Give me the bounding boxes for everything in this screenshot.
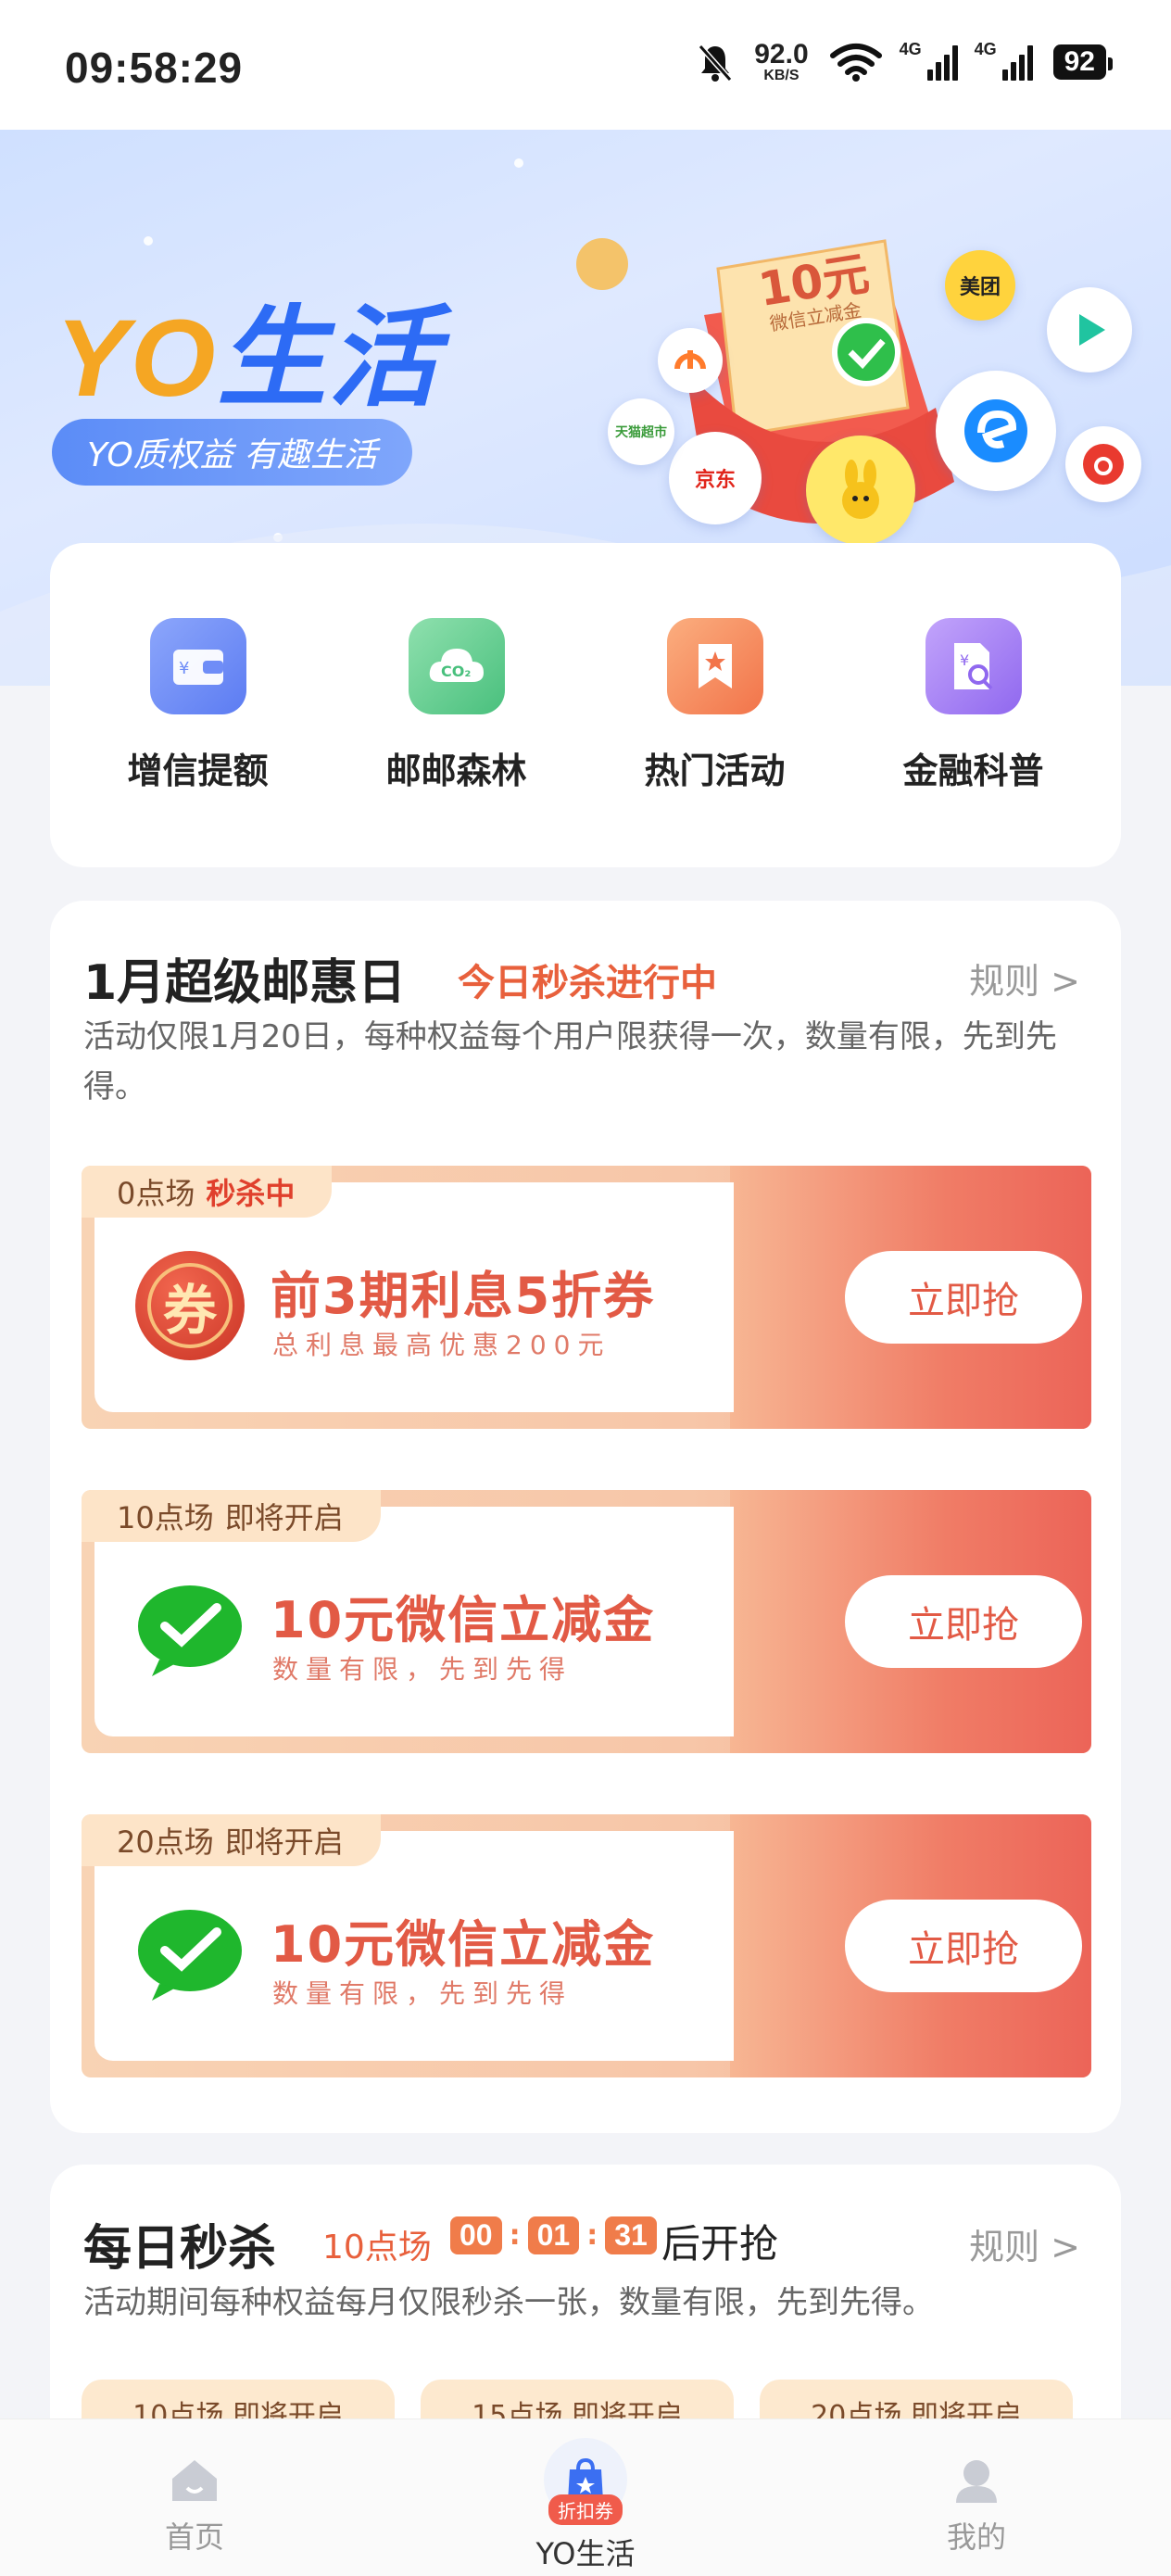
status-icons: 92.0 KB/S 4G 4G 92 — [697, 39, 1114, 83]
grab-button[interactable]: 立即抢 — [845, 1575, 1082, 1668]
mute-bell-icon — [698, 44, 733, 82]
discount-badge: 折扣券 — [548, 2494, 623, 2525]
svg-text:CO₂: CO₂ — [441, 663, 471, 680]
wallet-icon: ¥ — [149, 617, 246, 714]
deal-card: 0点场 秒杀中 券 前3期利息5折券 总利息最高优惠200元 立即抢 — [82, 1166, 1091, 1429]
eleme-bubble — [936, 371, 1056, 491]
rabbit-bubble — [806, 436, 915, 545]
deal-note: 数量有限，先到先得 — [272, 1978, 573, 2009]
daily-flash-session: 10点场 — [322, 2229, 432, 2267]
home-icon — [172, 2460, 217, 2501]
banner-title: YO生活 — [56, 297, 440, 420]
bookmark-star-icon — [666, 617, 763, 714]
countdown-timer: 00: 01: 31 — [450, 2216, 657, 2254]
deal-name: 10元微信立减金 — [271, 1915, 656, 1974]
daily-flash-desc: 活动期间每种权益每月仅限秒杀一张，数量有限，先到先得。 — [83, 2284, 934, 2321]
deal-session-tab: 20点场 即将开启 — [82, 1814, 381, 1866]
nav-home[interactable]: 首页 — [102, 2419, 287, 2576]
signal-2-icon: 4G — [975, 40, 1033, 81]
quick-entry-credit-boost[interactable]: ¥ 增信提额 — [82, 617, 314, 793]
super-day-tag: 今日秒杀进行中 — [458, 962, 717, 1004]
jd-bubble: 京东 — [669, 432, 762, 524]
grab-button[interactable]: 立即抢 — [845, 1900, 1082, 1992]
deal-session-tab: 0点场 秒杀中 — [82, 1166, 333, 1218]
wifi-icon — [829, 44, 882, 82]
grab-button[interactable]: 立即抢 — [845, 1251, 1082, 1344]
svg-text:¥: ¥ — [960, 651, 969, 669]
video-play-bubble — [1047, 287, 1132, 373]
deal-card: 10点场 即将开启 10元微信立减金 数量有限，先到先得 立即抢 — [82, 1490, 1091, 1753]
deal-card: 20点场 即将开启 10元微信立减金 数量有限，先到先得 立即抢 — [82, 1814, 1091, 2077]
user-icon — [956, 2460, 997, 2503]
meituan-bubble: 美团 — [945, 250, 1015, 321]
deal-name: 10元微信立减金 — [271, 1591, 656, 1649]
super-day-title: 1月超级邮惠日 — [83, 955, 407, 1011]
banner-subtitle: YO质权益 有趣生活 — [52, 419, 413, 486]
coupon-icon: 券 — [135, 1251, 245, 1360]
net-speed: 92.0 KB/S — [754, 39, 809, 83]
shopping-bag-icon: 折扣券 — [544, 2438, 627, 2525]
quick-entry-card: ¥ 增信提额 CO₂ 邮邮森林 热门活动 ¥ 金融科普 — [50, 543, 1121, 867]
deal-note: 数量有限，先到先得 — [272, 1654, 573, 1685]
daily-flash-title: 每日秒杀 — [83, 2221, 277, 2277]
quick-entry-hot-events[interactable]: 热门活动 — [599, 617, 831, 793]
battery-indicator: 92 — [1052, 44, 1114, 80]
quick-entry-finance-edu[interactable]: ¥ 金融科普 — [858, 617, 1089, 793]
super-day-section: 1月超级邮惠日 今日秒杀进行中 规则 > 活动仅限1月20日，每种权益每个用户限… — [50, 901, 1121, 2133]
wechat-icon — [135, 1900, 245, 2009]
quick-entry-forest[interactable]: CO₂ 邮邮森林 — [341, 617, 573, 793]
wechat-icon — [135, 1575, 245, 1685]
deal-name: 前3期利息5折券 — [271, 1267, 656, 1325]
svg-text:¥: ¥ — [179, 659, 189, 678]
tmall-bubble: 天猫超市 — [608, 398, 674, 465]
nav-yo-life[interactable]: 折扣券 YO生活 — [493, 2419, 678, 2576]
deal-session-tab: 10点场 即将开启 — [82, 1490, 381, 1542]
status-bar: 09:58:29 92.0 KB/S 4G 4G 92 — [0, 0, 1171, 130]
bottom-nav: 首页 折扣券 YO生活 我的 — [0, 2418, 1171, 2576]
document-search-icon: ¥ — [925, 617, 1022, 714]
didi-bubble — [658, 328, 723, 393]
music-bubble — [1065, 426, 1141, 502]
countdown-suffix: 后开抢 — [661, 2221, 779, 2267]
deal-note: 总利息最高优惠200元 — [272, 1330, 611, 1360]
super-day-rules-link[interactable]: 规则 > — [969, 953, 1080, 1004]
daily-flash-rules-link[interactable]: 规则 > — [969, 2218, 1080, 2269]
super-day-desc: 活动仅限1月20日，每种权益每个用户限获得一次，数量有限，先到先得。 — [83, 1018, 1057, 1105]
signal-1-icon: 4G — [900, 40, 958, 81]
co2-cloud-icon: CO₂ — [408, 617, 505, 714]
status-time: 09:58:29 — [65, 44, 244, 92]
nav-mine[interactable]: 我的 — [884, 2419, 1069, 2576]
